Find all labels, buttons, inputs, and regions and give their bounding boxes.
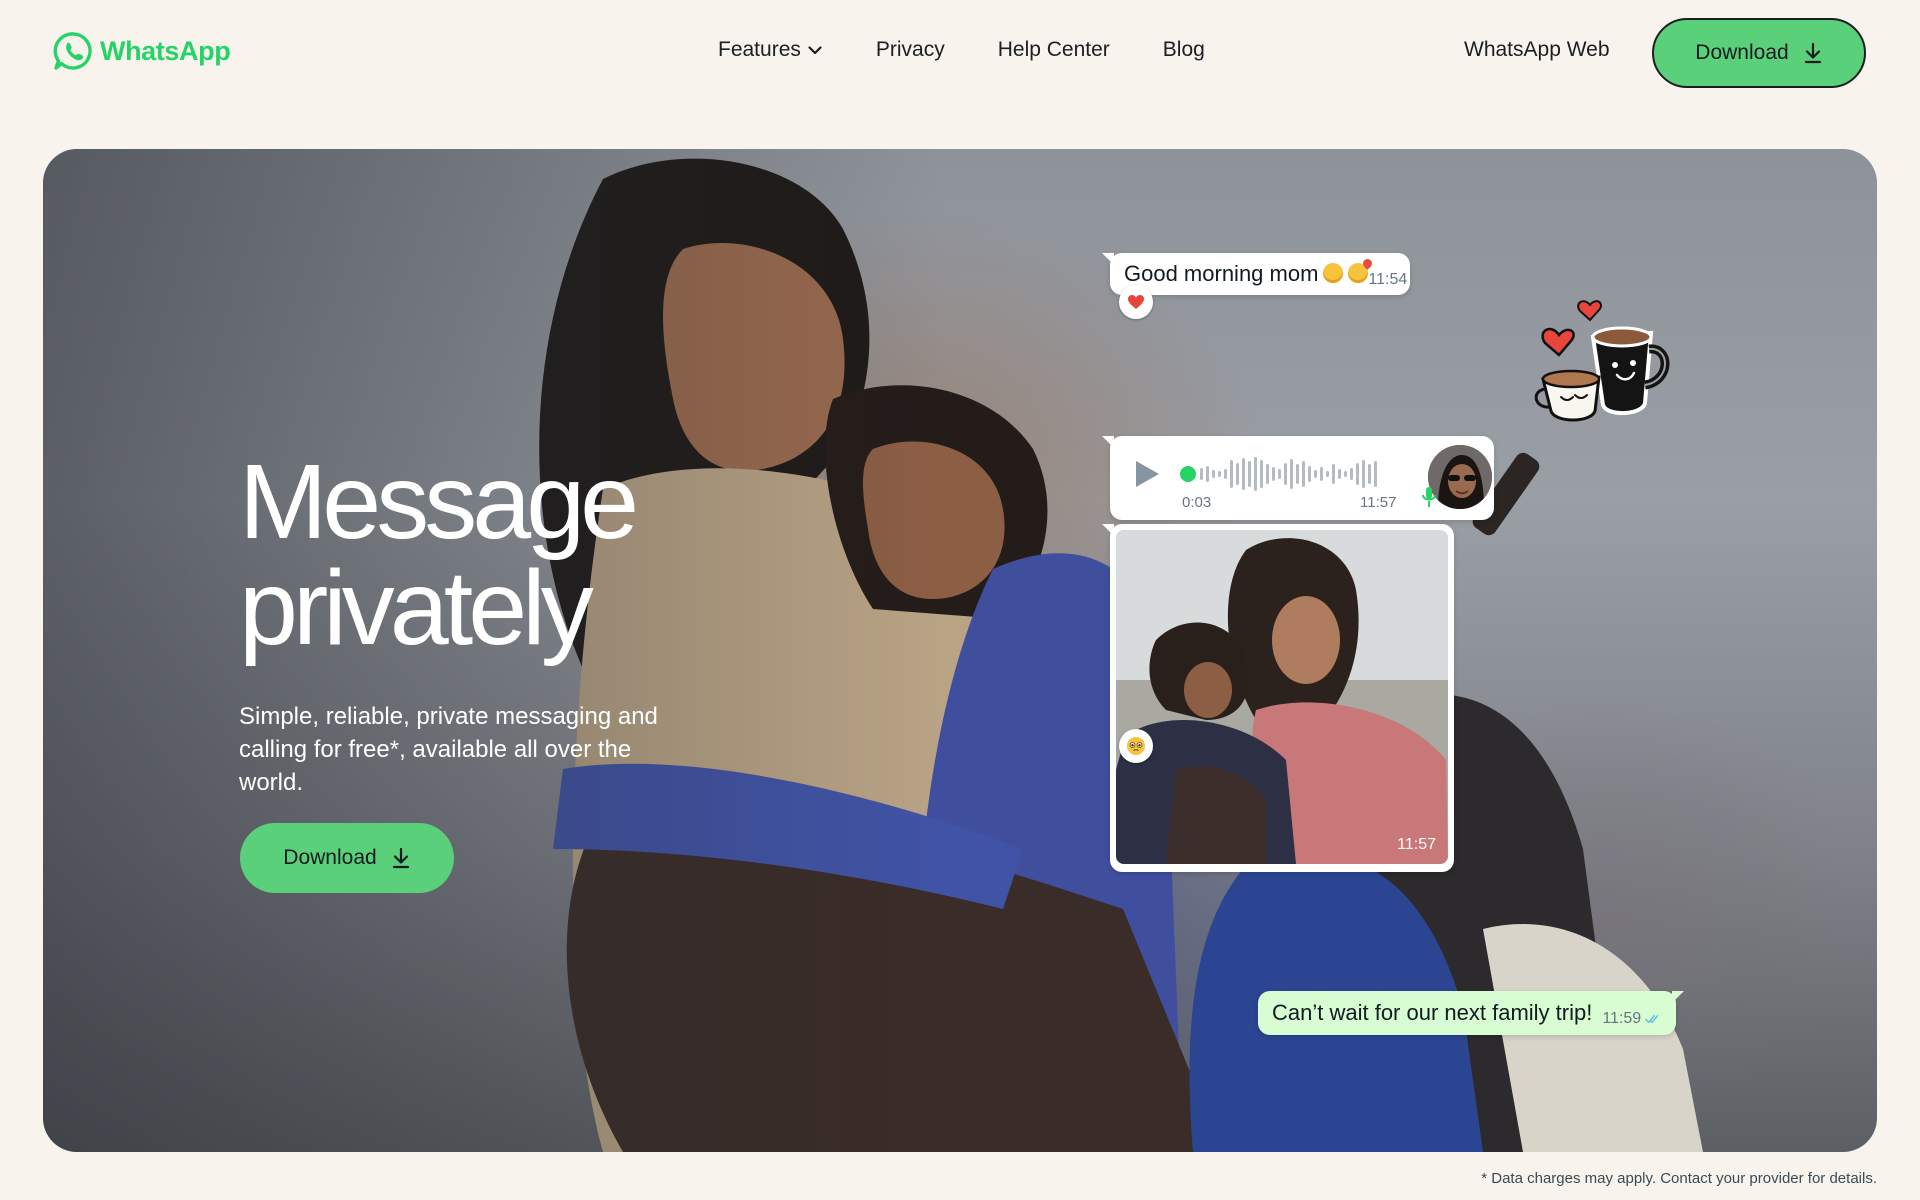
chevron-down-icon [808, 46, 822, 55]
footnote: * Data charges may apply. Contact your p… [1481, 1170, 1877, 1187]
message-time: 11:59 [1602, 1010, 1642, 1027]
photo-message-bubble: 11:57 [1102, 524, 1454, 872]
download-icon [1804, 42, 1821, 64]
hero-title-line2: privately [239, 549, 594, 667]
message-time: 11:54 [1368, 271, 1408, 288]
nav-privacy[interactable]: Privacy [876, 38, 945, 62]
nav-blog[interactable]: Blog [1163, 38, 1205, 62]
nav-help-center[interactable]: Help Center [998, 38, 1110, 62]
voice-duration: 0:03 [1182, 494, 1212, 511]
hero-title: Message privately [239, 443, 639, 667]
incoming-message-bubble: Good morning mom 11:54 [1102, 253, 1410, 295]
header-download-label: Download [1695, 41, 1789, 64]
teary-face-reaction [1119, 729, 1153, 763]
hero-section: Message privately Simple, reliable, priv… [43, 149, 1877, 1152]
microphone-icon [1422, 487, 1436, 507]
heart-icon [1128, 295, 1144, 309]
message-text-content: Good morning mom [1124, 261, 1319, 286]
avatar-image [1428, 445, 1492, 509]
header-download-button[interactable]: Download [1652, 18, 1866, 88]
message-text: Can’t wait for our next family trip! [1272, 1000, 1593, 1025]
audio-waveform[interactable] [1180, 455, 1398, 493]
coffee-cups-sticker [1534, 300, 1670, 422]
message-text: Good morning mom [1124, 261, 1369, 287]
heart-reaction [1119, 285, 1153, 319]
photo-time: 11:57 [1397, 836, 1436, 853]
voice-time: 11:57 [1360, 494, 1397, 511]
nav-features-label: Features [718, 38, 801, 61]
teary-face-emoji-icon [1127, 737, 1145, 755]
hugging-face-emoji-icon [1323, 263, 1344, 284]
whatsapp-logo-icon [53, 32, 92, 70]
double-check-icon [1645, 1014, 1659, 1024]
whatsapp-logo[interactable]: WhatsApp [52, 30, 231, 72]
sender-avatar [1428, 445, 1492, 509]
shared-photo-image [1116, 530, 1448, 864]
hero-subtitle: Simple, reliable, private messaging and … [239, 703, 658, 796]
nav-features[interactable]: Features [718, 38, 823, 62]
main-nav: Features Privacy Help Center Blog [718, 38, 1205, 62]
play-icon[interactable] [1132, 458, 1162, 490]
hero-title-line1: Message [239, 443, 639, 561]
bubble-tail [1102, 253, 1114, 265]
outgoing-message-bubble: Can’t wait for our next family trip! 11:… [1258, 991, 1684, 1035]
nav-blog-label: Blog [1162, 38, 1205, 61]
bubble-tail [1102, 524, 1114, 536]
voice-message-bubble: 0:03 11:57 [1102, 436, 1494, 520]
bubble-tail [1672, 991, 1684, 1003]
whatsapp-web-link[interactable]: WhatsApp Web [1464, 38, 1610, 62]
bubble-tail [1102, 436, 1114, 448]
hero-download-button[interactable]: Download [240, 823, 454, 893]
nav-help-center-label: Help Center [997, 38, 1110, 61]
download-icon [392, 847, 409, 869]
shared-photo[interactable]: 11:57 [1116, 530, 1448, 864]
logo-wordmark: WhatsApp [100, 35, 231, 66]
nav-privacy-label: Privacy [875, 38, 945, 61]
hero-download-label: Download [283, 846, 377, 869]
smiling-face-with-hearts-emoji-icon [1348, 263, 1369, 284]
